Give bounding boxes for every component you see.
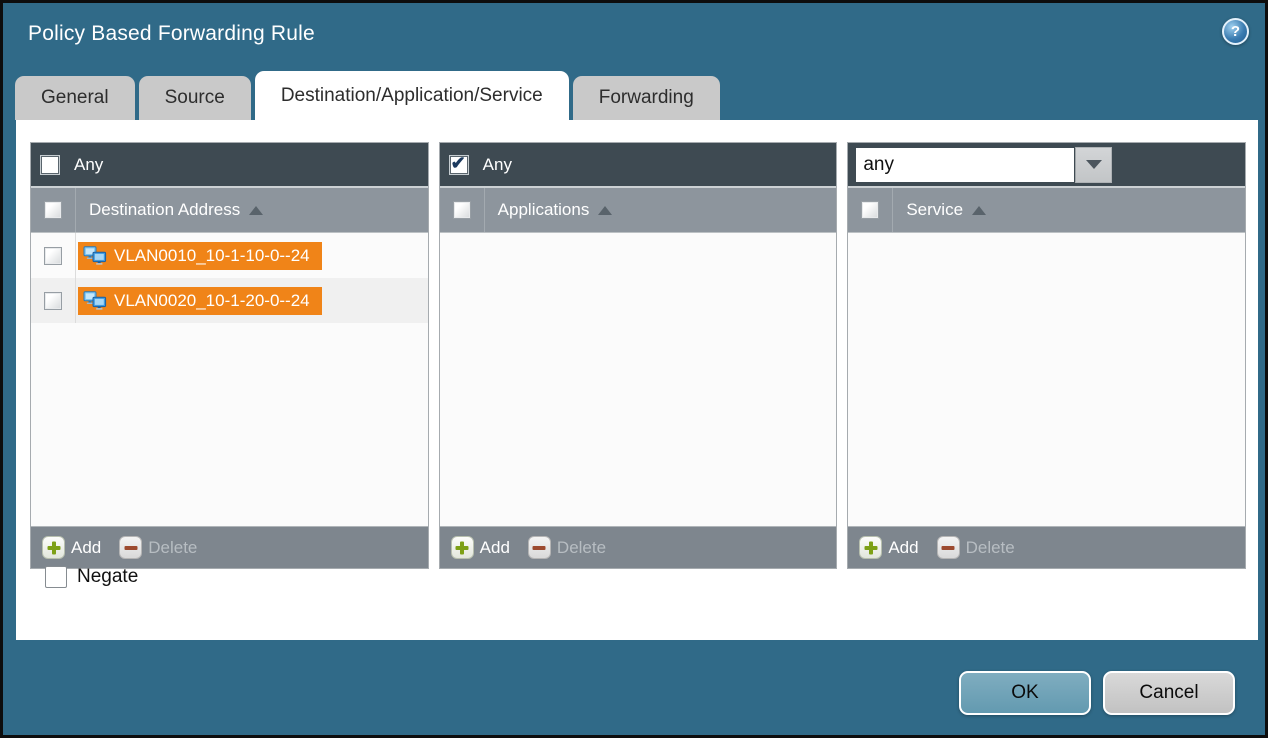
chevron-down-icon [1086,160,1102,169]
service-dropdown-input[interactable] [855,147,1075,183]
add-icon[interactable] [859,536,882,559]
add-icon[interactable] [451,536,474,559]
delete-icon[interactable] [937,536,960,559]
destination-any-checkbox[interactable] [40,155,60,175]
negate-row: Negate [45,566,138,588]
applications-column-header: Applications [440,186,837,233]
add-button[interactable]: Add [888,538,918,558]
applications-panel: Any Applications Add Delete [439,142,838,569]
help-icon[interactable]: ? [1222,18,1249,45]
destination-any-label: Any [74,155,103,175]
network-computers-icon [83,246,107,265]
network-computers-icon [83,291,107,310]
add-button[interactable]: Add [71,538,101,558]
destination-column-header: Destination Address [31,186,428,233]
cancel-button[interactable]: Cancel [1103,671,1235,715]
service-dropdown[interactable] [855,147,1112,183]
tab-bar: General Source Destination/Application/S… [15,71,720,120]
tab-content: Any Destination Address [16,120,1258,640]
applications-list [440,233,837,526]
sort-asc-icon[interactable] [249,206,263,215]
row-checkbox-cell [31,233,76,278]
tab-destination-application-service[interactable]: Destination/Application/Service [255,71,569,120]
select-all-checkbox[interactable] [453,201,471,219]
applications-any-checkbox[interactable] [449,155,469,175]
delete-button[interactable]: Delete [148,538,197,558]
service-column-header: Service [848,186,1245,233]
add-icon[interactable] [42,536,65,559]
select-all-checkbox[interactable] [44,201,62,219]
applications-footer: Add Delete [440,526,837,568]
sort-asc-icon[interactable] [598,206,612,215]
dialog-title: Policy Based Forwarding Rule [28,22,315,46]
column-header-label[interactable]: Service [906,200,963,220]
table-row[interactable]: VLAN0010_10-1-10-0--24 [31,233,428,278]
tab-forwarding[interactable]: Forwarding [573,76,720,120]
address-object-label: VLAN0010_10-1-10-0--24 [114,246,310,266]
row-checkbox[interactable] [44,292,62,310]
delete-icon[interactable] [528,536,551,559]
sort-asc-icon[interactable] [972,206,986,215]
header-checkbox-cell [440,188,485,232]
table-row[interactable]: VLAN0020_10-1-20-0--24 [31,278,428,323]
service-footer: Add Delete [848,526,1245,568]
delete-button[interactable]: Delete [966,538,1015,558]
policy-based-forwarding-dialog: Policy Based Forwarding Rule ? General S… [0,0,1268,738]
row-checkbox[interactable] [44,247,62,265]
destination-any-bar: Any [31,143,428,186]
tab-source[interactable]: Source [139,76,251,120]
negate-label: Negate [77,566,138,588]
header-checkbox-cell [31,188,76,232]
applications-any-bar: Any [440,143,837,186]
applications-any-label: Any [483,155,512,175]
add-button[interactable]: Add [480,538,510,558]
negate-checkbox[interactable] [45,566,67,588]
delete-button[interactable]: Delete [557,538,606,558]
column-header-label[interactable]: Applications [498,200,590,220]
ok-button[interactable]: OK [959,671,1091,715]
address-object-chip[interactable]: VLAN0020_10-1-20-0--24 [78,287,322,315]
row-checkbox-cell [31,278,76,323]
delete-icon[interactable] [119,536,142,559]
dialog-buttons: OK Cancel [959,671,1235,715]
column-header-label[interactable]: Destination Address [89,200,240,220]
destination-address-panel: Any Destination Address [30,142,429,569]
service-dropdown-bar [848,143,1245,186]
destination-address-list: VLAN0010_10-1-10-0--24 VLAN0020_10-1-20-… [31,233,428,526]
select-all-checkbox[interactable] [861,201,879,219]
address-object-label: VLAN0020_10-1-20-0--24 [114,291,310,311]
address-object-chip[interactable]: VLAN0010_10-1-10-0--24 [78,242,322,270]
header-checkbox-cell [848,188,893,232]
destination-footer: Add Delete [31,526,428,568]
dialog-titlebar: Policy Based Forwarding Rule ? [3,3,1265,70]
service-list [848,233,1245,526]
service-dropdown-button[interactable] [1075,147,1112,183]
service-panel: Service Add Delete [847,142,1246,569]
tab-general[interactable]: General [15,76,135,120]
